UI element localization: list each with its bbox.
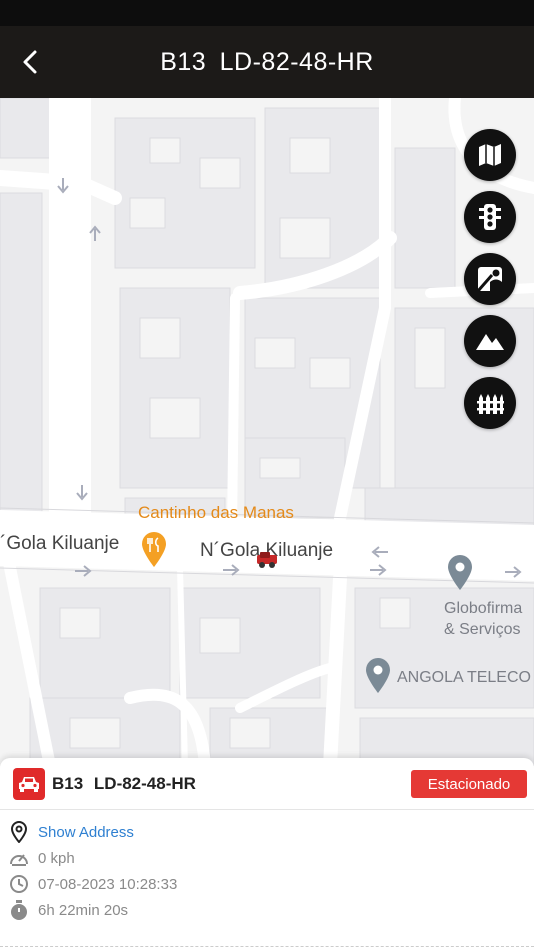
vehicle-header: B13 LD-82-48-HR Estacionado xyxy=(0,758,534,810)
vehicle-marker-icon[interactable] xyxy=(256,550,278,570)
status-bar xyxy=(0,0,534,26)
map-type-icon xyxy=(479,144,501,166)
car-icon xyxy=(19,777,39,792)
chevron-left-icon xyxy=(23,50,37,74)
speed-row: 0 kph xyxy=(8,846,75,870)
duration-row: 6h 22min 20s xyxy=(8,898,128,922)
poi-label-angola: ANGOLA TELECO xyxy=(397,669,531,686)
datetime-value: 07-08-2023 10:28:33 xyxy=(38,875,178,893)
panel-divider xyxy=(0,946,534,948)
back-button[interactable] xyxy=(14,46,46,78)
status-badge: Estacionado xyxy=(411,770,527,798)
map-type-button[interactable] xyxy=(464,129,516,181)
street-view-button[interactable] xyxy=(464,253,516,305)
app-header: B13 LD-82-48-HR xyxy=(0,26,534,98)
restaurant-marker-icon[interactable] xyxy=(140,530,168,568)
fence-icon xyxy=(477,394,504,414)
terrain-icon xyxy=(476,334,504,350)
duration-value: 6h 22min 20s xyxy=(38,901,129,919)
map-base xyxy=(0,98,534,766)
street-label-left: ´Gola Kiluanje xyxy=(0,533,120,554)
car-badge xyxy=(13,768,45,800)
address-row: Show Address xyxy=(8,820,134,844)
street-view-icon xyxy=(476,267,502,292)
fence-button[interactable] xyxy=(464,377,516,429)
speed-value: 0 kph xyxy=(38,849,75,867)
map-view[interactable]: Cantinho das Manas ´Gola Kiluanje N´Gola… xyxy=(0,98,534,766)
datetime-row: 07-08-2023 10:28:33 xyxy=(8,872,177,896)
traffic-button[interactable] xyxy=(464,191,516,243)
traffic-icon xyxy=(479,204,501,230)
poi-label-globo-2: & Serviços xyxy=(444,621,521,638)
vehicle-name: B13 LD-82-48-HR xyxy=(52,774,196,793)
poi-label-restaurant: Cantinho das Manas xyxy=(138,503,294,522)
speedometer-icon xyxy=(8,847,30,869)
page-title: B13 LD-82-48-HR xyxy=(160,47,374,76)
show-address-link[interactable]: Show Address xyxy=(38,824,134,841)
clock-icon xyxy=(8,873,30,895)
location-pin-icon xyxy=(8,821,30,843)
stopwatch-icon xyxy=(8,899,30,921)
location-marker-icon[interactable] xyxy=(364,656,392,694)
terrain-button[interactable] xyxy=(464,315,516,367)
poi-label-globo-1: Globofirma xyxy=(444,600,523,617)
location-marker-icon[interactable] xyxy=(446,553,474,591)
vehicle-info-panel: B13 LD-82-48-HR Estacionado Show Address… xyxy=(0,758,534,950)
